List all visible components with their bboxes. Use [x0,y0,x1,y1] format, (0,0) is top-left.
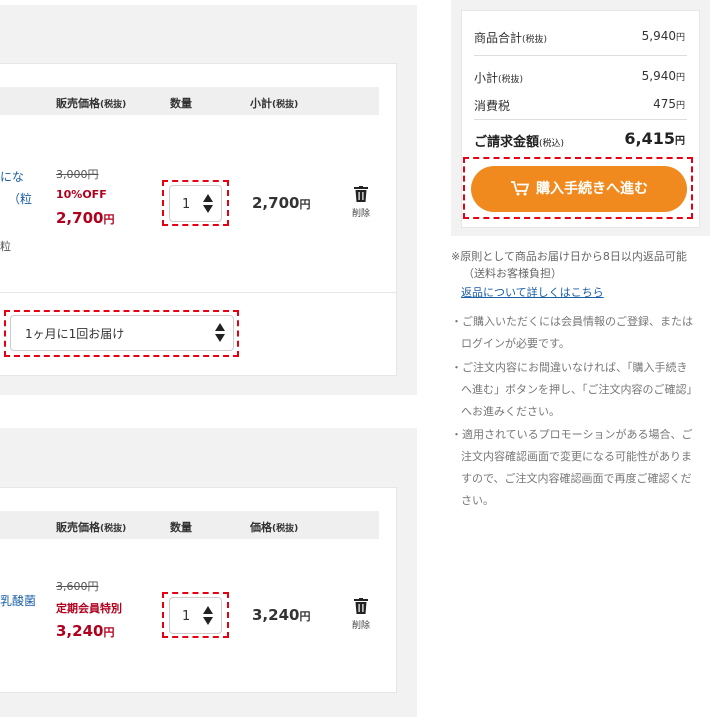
returns-line-2: （送料お客様負担） [463,267,562,280]
item-subtotal-1: 2,700円 [252,194,311,212]
note-line: ・適用されているプロモーションがある場合、ご [451,428,693,441]
subtotal-label: 小計(税抜) [474,71,524,85]
items-total-label: 商品合計(税抜) [474,31,548,45]
checkout-button-label: 購入手続きへ進む [536,181,648,197]
member-special-badge: 定期会員特別 [56,602,122,615]
divider [0,292,396,293]
quantity-stepper-1[interactable]: 1 [169,185,222,222]
delete-label-2: 削除 [351,621,370,631]
note-checkout: ・ご注文内容にお間違いなければ、「購入手続き へ進む」ボタンを押し、「ご注文内容… [451,357,707,423]
product-spec-1: 粒 [0,240,11,253]
subtotal-value: 5,940円 [641,69,685,83]
note-line: へお進みください。 [461,405,560,418]
returns-info-link[interactable]: 返品について詳しくはこちら [461,286,604,299]
product-name-link-2[interactable]: 乳酸菌 [0,590,36,612]
note-line: さい。 [461,494,494,507]
header-price-total-2: 価格(税抜) [250,521,299,534]
note-line: ・ご購入いただくには会員情報のご登録、または [451,315,693,328]
cart-icon [511,181,530,196]
note-line: 注文内容確認画面で変更になる可能性がありま [461,450,692,463]
spinner-arrows-icon[interactable] [203,606,213,628]
note-line: ・ご注文内容にお間違いなければ、「購入手続き [451,361,688,374]
header-qty-2: 数量 [170,521,192,534]
trash-icon [354,598,368,614]
delivery-cycle-select[interactable]: 1ヶ月に1回お届け [10,315,234,351]
select-arrows-icon [215,323,225,345]
summary-divider [474,119,687,120]
total-value: 6,415円 [624,129,685,148]
tax-label: 消費税 [474,99,511,113]
quantity-stepper-2[interactable]: 1 [169,597,222,634]
header-price: 販売価格(税抜) [56,97,127,110]
delivery-cycle-value: 1ヶ月に1回お届け [25,327,125,341]
note-line: ログインが必要です。 [461,337,570,350]
quantity-value-2: 1 [182,609,191,624]
product-name-link-1a[interactable]: にな [0,166,24,188]
item-price-2: 3,240円 [252,606,311,624]
checkout-button[interactable]: 購入手続きへ進む [471,166,687,212]
note-line: へ進む」ボタンを押し、「ご注文内容のご確認」 [461,383,698,396]
returns-line-1: ※原則として商品お届け日から8日以内返品可能 [451,250,687,263]
discount-badge-1: 10%OFF [56,188,107,201]
header-price-2: 販売価格(税抜) [56,521,127,534]
product-name-link-1b[interactable]: （粒 [8,188,32,210]
delete-label-1: 削除 [351,209,370,219]
delete-button-1[interactable]: 削除 [346,186,376,222]
tax-value: 475円 [653,97,685,111]
header-qty: 数量 [170,97,192,110]
delete-button-2[interactable]: 削除 [346,598,376,634]
note-login: ・ご購入いただくには会員情報のご登録、または ログインが必要です。 [451,311,707,355]
summary-divider [474,55,687,56]
header-subtotal: 小計(税抜) [250,97,299,110]
trash-icon [354,186,368,202]
sale-price-1: 2,700円 [56,209,115,227]
note-line: すので、ご注文内容確認画面で再度ご確認くだ [461,472,692,485]
items-total-value: 5,940円 [641,29,685,43]
spinner-arrows-icon[interactable] [203,194,213,216]
original-price-2: 3,600円 [56,580,99,593]
total-label: ご請求金額(税込) [474,135,565,150]
returns-policy: ※原則として商品お届け日から8日以内返品可能 （送料お客様負担） 返品について詳… [451,248,707,301]
quantity-value-1: 1 [182,197,191,212]
note-promotion: ・適用されているプロモーションがある場合、ご 注文内容確認画面で変更になる可能性… [451,424,707,512]
sale-price-2: 3,240円 [56,622,115,640]
original-price-1: 3,000円 [56,168,99,181]
